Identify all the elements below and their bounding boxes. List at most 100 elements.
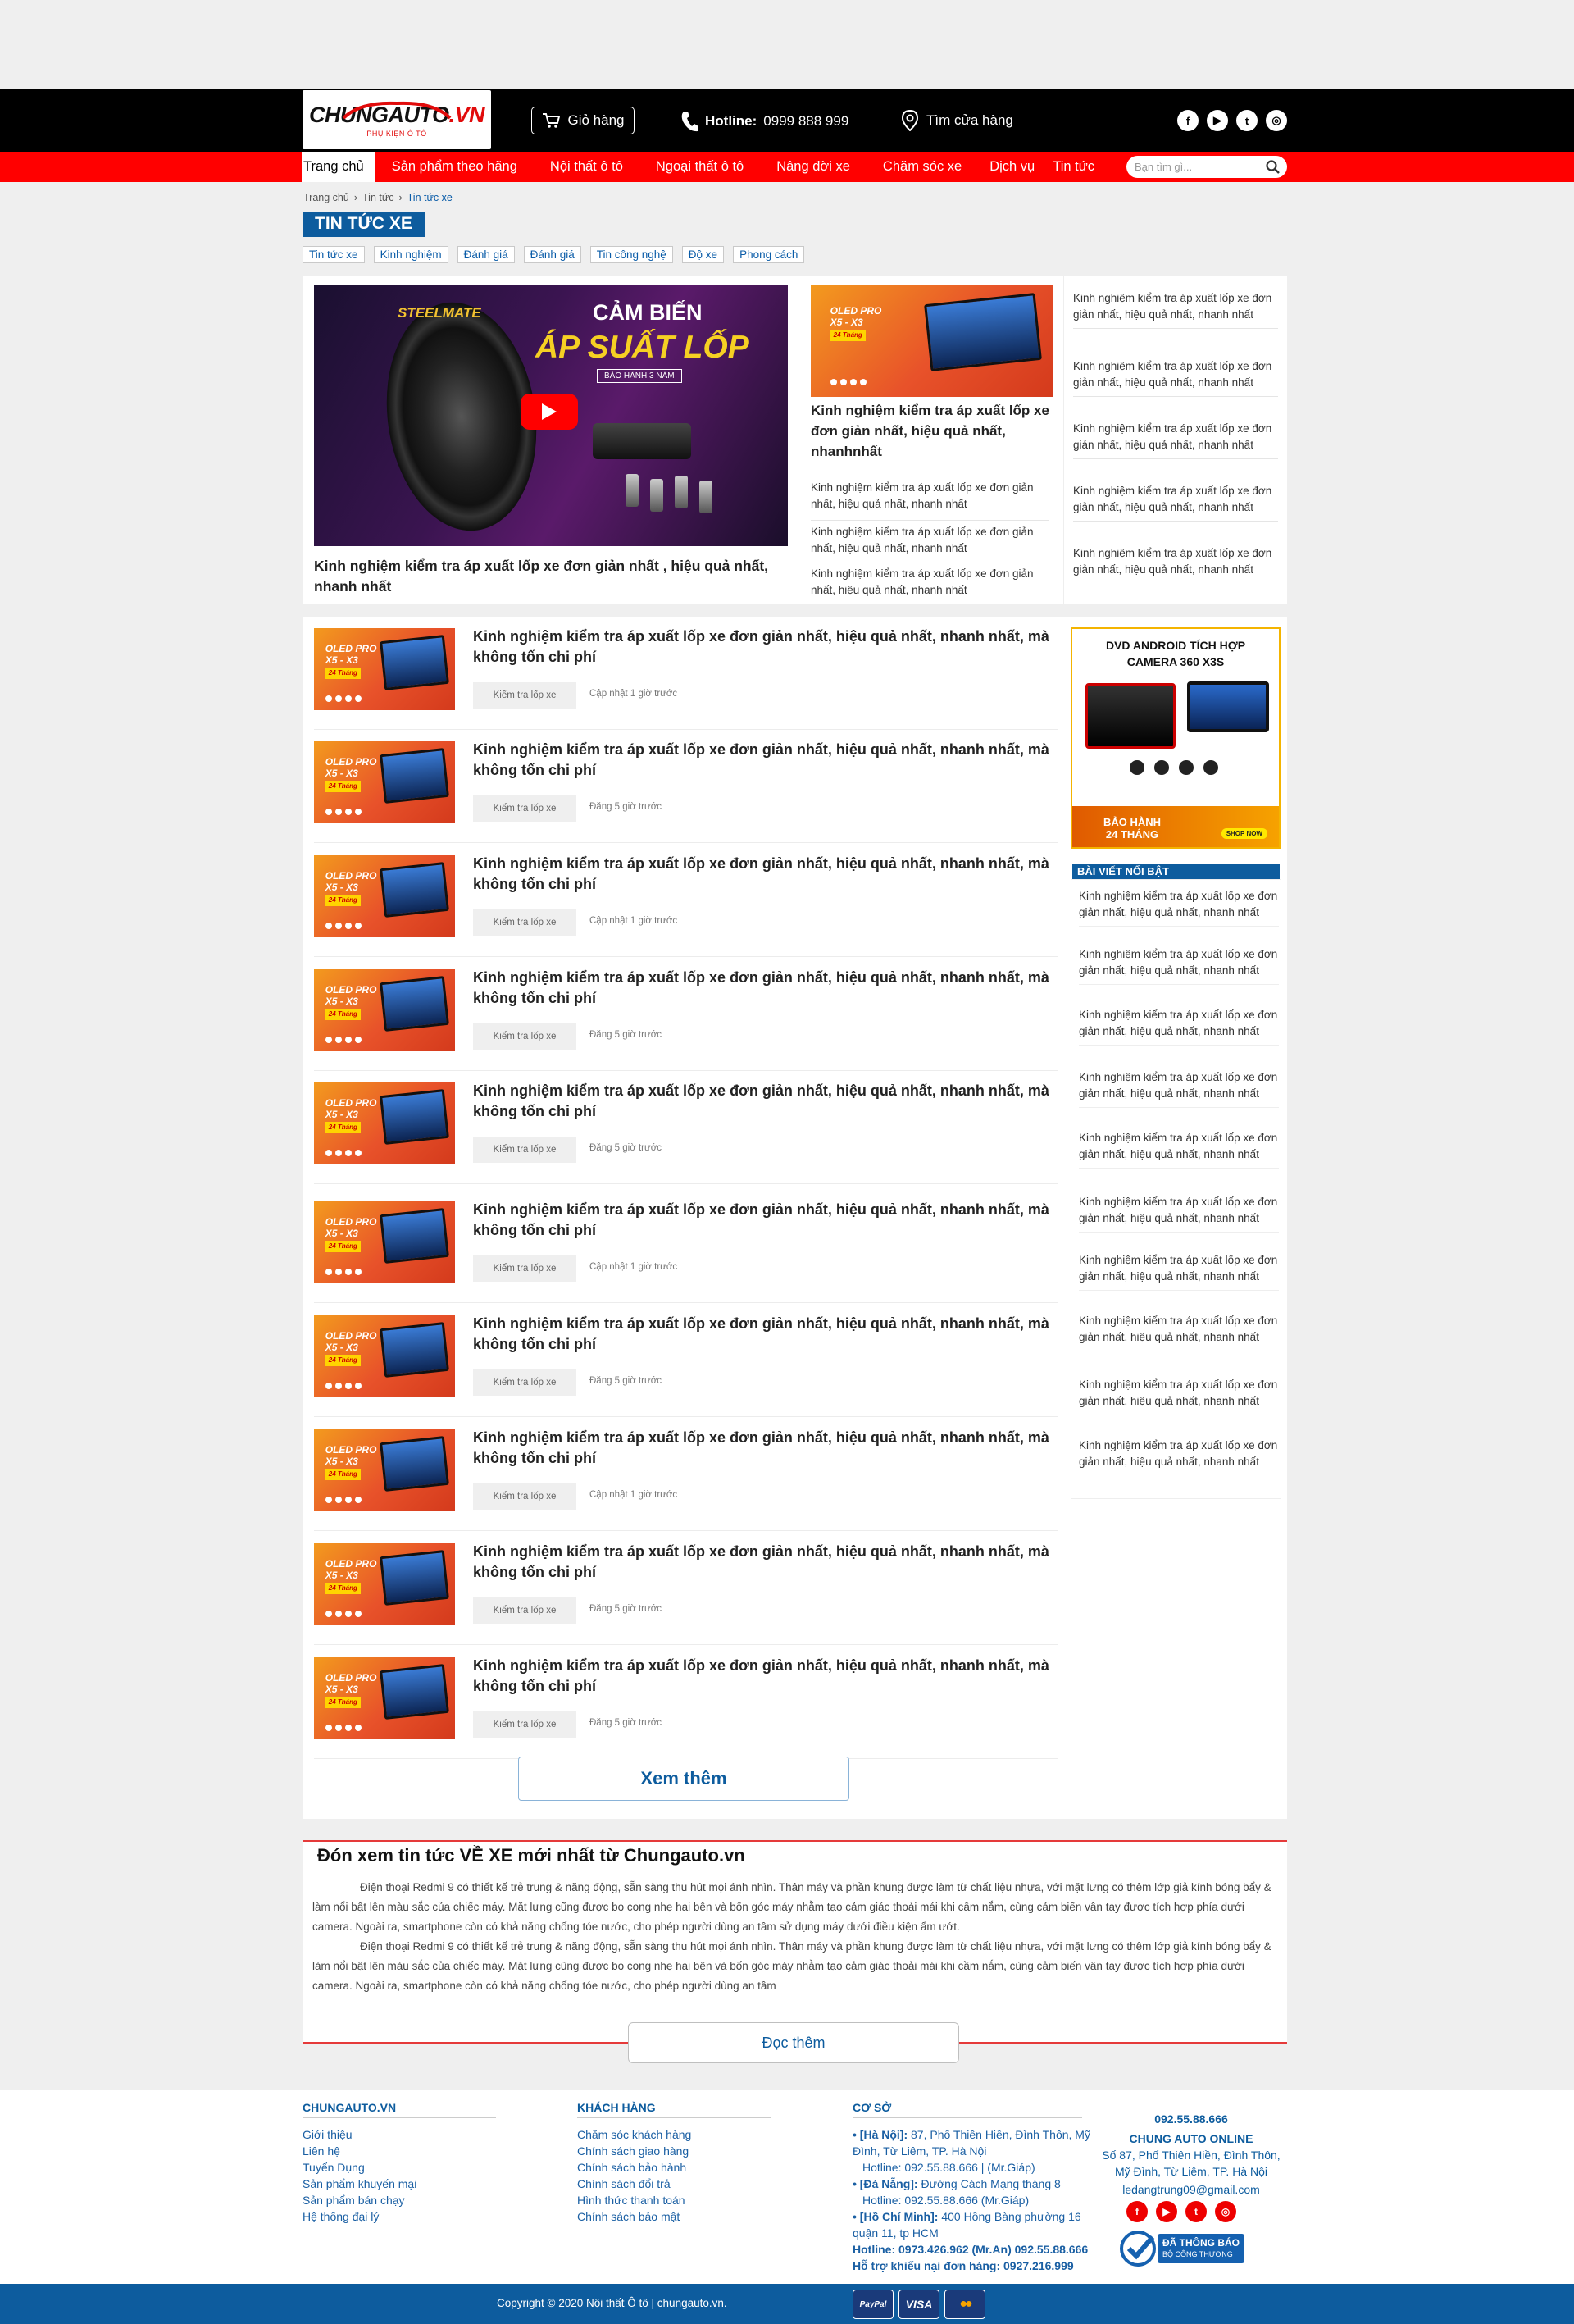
article-thumbnail[interactable]: OLED PRO X5 - X3 24 Tháng [314,855,455,937]
facebook-icon[interactable]: f [1126,2201,1148,2222]
footer-link[interactable]: Chính sách giao hàng [577,2143,771,2159]
site-logo[interactable]: CHUNGAUTO.VN PHỤ KIỆN Ô TÔ [303,90,491,149]
cart-button[interactable]: Giỏ hàng [531,107,635,134]
nav-item-exterior[interactable]: Ngoại thất ô tô [639,152,760,182]
featured-mid-link[interactable]: Kinh nghiệm kiểm tra áp xuất lốp xe đơn … [811,476,1049,513]
footer-link[interactable]: Chính sách bảo mật [577,2208,771,2225]
article-title[interactable]: Kinh nghiệm kiểm tra áp xuất lốp xe đơn … [473,1542,1055,1583]
search-input[interactable]: Bạn tìm gì... [1126,156,1287,178]
read-more-button[interactable]: Đọc thêm [628,2022,959,2063]
article-tag[interactable]: Kiểm tra lốp xe [473,1597,576,1624]
nav-item-care[interactable]: Chăm sóc xe [867,152,978,182]
instagram-icon[interactable]: ◎ [1215,2201,1236,2222]
article-tag[interactable]: Kiểm tra lốp xe [473,909,576,936]
article-title[interactable]: Kinh nghiệm kiểm tra áp xuất lốp xe đơn … [473,1314,1055,1355]
article-thumbnail[interactable]: OLED PRO X5 - X3 24 Tháng [314,1201,455,1283]
article-title[interactable]: Kinh nghiệm kiểm tra áp xuất lốp xe đơn … [473,627,1055,668]
footer-link[interactable]: Tuyển Dụng [303,2159,496,2176]
article-tag[interactable]: Kiểm tra lốp xe [473,1711,576,1738]
article-thumbnail[interactable]: OLED PRO X5 - X3 24 Tháng [314,1543,455,1625]
featured-right-link[interactable]: Kinh nghiệm kiểm tra áp xuất lốp xe đơn … [1073,358,1278,397]
contact-email[interactable]: ledangtrung09@gmail.com [1095,2181,1287,2198]
category-tag[interactable]: Tin tức xe [303,246,365,263]
article-thumbnail[interactable]: OLED PRO X5 - X3 24 Tháng [314,1429,455,1511]
nav-item-brands[interactable]: Sản phẩm theo hãng [375,152,534,182]
featured-right-link[interactable]: Kinh nghiệm kiểm tra áp xuất lốp xe đơn … [1073,545,1278,583]
branch-danang-hotline[interactable]: Hotline: 092.55.88.666 (Mr.Giáp) [853,2192,1090,2208]
hotline-link[interactable]: Hotline: 0999 888 999 [680,110,848,133]
article-title[interactable]: Kinh nghiệm kiểm tra áp xuất lốp xe đơn … [473,1200,1055,1241]
footer-link[interactable]: Giới thiệu [303,2126,496,2143]
article-title[interactable]: Kinh nghiệm kiểm tra áp xuất lốp xe đơn … [473,1656,1055,1697]
footer-link[interactable]: Chính sách bảo hành [577,2159,771,2176]
featured-right-link[interactable]: Kinh nghiệm kiểm tra áp xuất lốp xe đơn … [1073,483,1278,522]
featured-mid-link[interactable]: Kinh nghiệm kiểm tra áp xuất lốp xe đơn … [811,520,1049,557]
featured-mid-link[interactable]: Kinh nghiệm kiểm tra áp xuất lốp xe đơn … [811,563,1049,599]
footer-link[interactable]: Hệ thống đại lý [303,2208,496,2225]
sidebar-link[interactable]: Kinh nghiệm kiểm tra áp xuất lốp xe đơn … [1079,1007,1279,1046]
category-tag[interactable]: Đánh giá [523,246,581,263]
article-title[interactable]: Kinh nghiệm kiểm tra áp xuất lốp xe đơn … [473,740,1055,781]
footer-link[interactable]: Chăm sóc khách hàng [577,2126,771,2143]
footer-link[interactable]: Sản phẩm khuyến mại [303,2176,496,2192]
category-tag[interactable]: Độ xe [681,246,725,263]
article-thumbnail[interactable]: OLED PRO X5 - X3 24 Tháng [314,1657,455,1739]
article-title[interactable]: Kinh nghiệm kiểm tra áp xuất lốp xe đơn … [473,854,1055,895]
twitter-icon[interactable]: t [1185,2201,1207,2222]
sidebar-link[interactable]: Kinh nghiệm kiểm tra áp xuất lốp xe đơn … [1079,1377,1279,1415]
twitter-icon[interactable]: t [1236,110,1258,131]
article-tag[interactable]: Kiểm tra lốp xe [473,1369,576,1396]
nav-item-upgrade[interactable]: Nâng đời xe [760,152,867,182]
article-title[interactable]: Kinh nghiệm kiểm tra áp xuất lốp xe đơn … [473,968,1055,1009]
sidebar-link[interactable]: Kinh nghiệm kiểm tra áp xuất lốp xe đơn … [1079,1194,1279,1233]
featured-right-link[interactable]: Kinh nghiệm kiểm tra áp xuất lốp xe đơn … [1073,421,1278,459]
youtube-icon[interactable]: ▶ [1207,110,1228,131]
article-tag[interactable]: Kiểm tra lốp xe [473,795,576,822]
category-tag[interactable]: Kinh nghiệm [373,246,448,263]
category-tag[interactable]: Đánh giá [457,246,515,263]
featured-main-title[interactable]: Kinh nghiệm kiểm tra áp xuất lốp xe đơn … [314,556,789,597]
article-thumbnail[interactable]: OLED PRO X5 - X3 24 Tháng [314,1082,455,1164]
footer-hotline[interactable]: Hotline: 0973.426.962 (Mr.An) 092.55.88.… [853,2241,1090,2258]
footer-link[interactable]: Sản phẩm bán chạy [303,2192,496,2208]
breadcrumb-news[interactable]: Tin tức [362,192,394,203]
ministry-badge[interactable]: ĐÃ THÔNG BÁO BỘ CÔNG THƯƠNG [1118,2229,1254,2268]
article-tag[interactable]: Kiểm tra lốp xe [473,1483,576,1510]
article-thumbnail[interactable]: OLED PRO X5 - X3 24 Tháng [314,741,455,823]
category-tag[interactable]: Phong cách [733,246,805,263]
article-tag[interactable]: Kiểm tra lốp xe [473,1023,576,1050]
contact-phone[interactable]: 092.55.88.666 [1095,2111,1287,2127]
footer-complaint[interactable]: Hỗ trợ khiếu nại đơn hàng: 0927.216.999 [853,2258,1090,2274]
article-title[interactable]: Kinh nghiệm kiểm tra áp xuất lốp xe đơn … [473,1428,1055,1469]
sidebar-link[interactable]: Kinh nghiệm kiểm tra áp xuất lốp xe đơn … [1079,1130,1279,1169]
article-tag[interactable]: Kiểm tra lốp xe [473,1255,576,1282]
footer-link[interactable]: Chính sách đổi trả [577,2176,771,2192]
article-thumbnail[interactable]: OLED PRO X5 - X3 24 Tháng [314,628,455,710]
sidebar-link[interactable]: Kinh nghiệm kiểm tra áp xuất lốp xe đơn … [1079,946,1279,985]
youtube-play-icon[interactable] [521,394,578,430]
nav-item-interior[interactable]: Nội thất ô tô [534,152,639,182]
load-more-button[interactable]: Xem thêm [518,1757,849,1801]
article-tag[interactable]: Kiểm tra lốp xe [473,682,576,709]
sidebar-link[interactable]: Kinh nghiệm kiểm tra áp xuất lốp xe đơn … [1079,1069,1279,1108]
featured-right-link[interactable]: Kinh nghiệm kiểm tra áp xuất lốp xe đơn … [1073,290,1278,329]
store-locator-link[interactable]: Tìm cửa hàng [902,110,1013,131]
sidebar-link[interactable]: Kinh nghiệm kiểm tra áp xuất lốp xe đơn … [1079,1438,1279,1475]
category-tag[interactable]: Tin công nghệ [589,246,673,263]
nav-item-services[interactable]: Dịch vụ [978,152,1046,182]
article-tag[interactable]: Kiểm tra lốp xe [473,1137,576,1163]
youtube-icon[interactable]: ▶ [1156,2201,1177,2222]
nav-item-news[interactable]: Tin tức [1046,152,1101,182]
breadcrumb-home[interactable]: Trang chủ [303,192,349,203]
footer-link[interactable]: Hình thức thanh toán [577,2192,771,2208]
instagram-icon[interactable]: ◎ [1266,110,1287,131]
featured-secondary-image[interactable]: OLED PRO X5 - X3 24 Tháng [811,285,1053,397]
branch-hanoi-hotline[interactable]: Hotline: 092.55.88.666 | (Mr.Giáp) [853,2159,1090,2176]
footer-link[interactable]: Liên hệ [303,2143,496,2159]
featured-video-thumbnail[interactable]: STEELMATE CẢM BIẾN ÁP SUẤT LỐP BẢO HÀNH … [314,285,788,546]
featured-secondary-title[interactable]: Kinh nghiệm kiểm tra áp xuất lốp xe đơn … [811,400,1055,462]
sidebar-link[interactable]: Kinh nghiệm kiểm tra áp xuất lốp xe đơn … [1079,888,1279,927]
article-title[interactable]: Kinh nghiệm kiểm tra áp xuất lốp xe đơn … [473,1081,1055,1122]
sidebar-ad-banner[interactable]: DVD ANDROID TÍCH HỢP CAMERA 360 X3S BẢO … [1071,627,1281,849]
sidebar-link[interactable]: Kinh nghiệm kiểm tra áp xuất lốp xe đơn … [1079,1313,1279,1351]
